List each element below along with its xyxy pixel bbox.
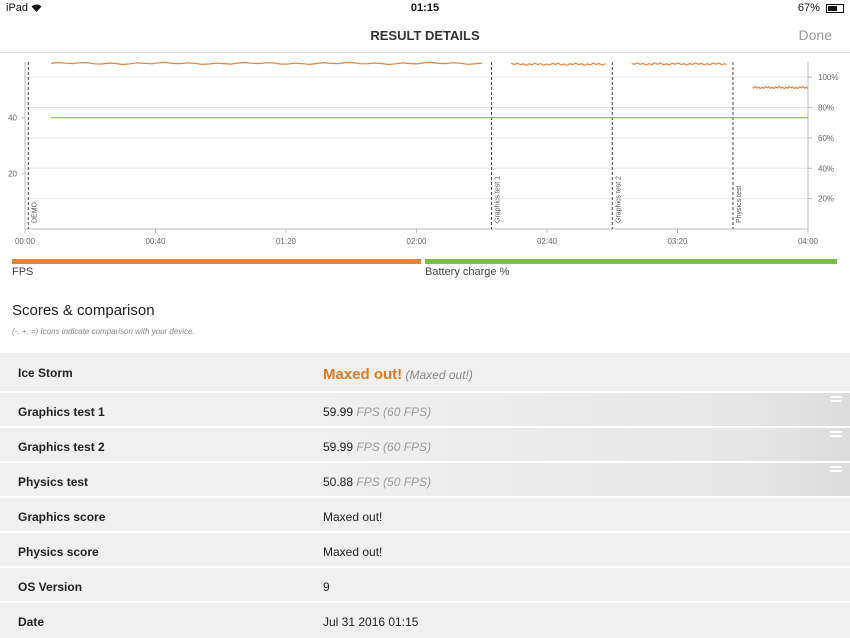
series-line-fps bbox=[631, 62, 727, 66]
done-button[interactable]: Done bbox=[799, 27, 832, 43]
row-label: Physics test bbox=[18, 475, 89, 489]
row-label: Graphics test 1 bbox=[18, 405, 105, 419]
scores-section-subtitle: (-, +, =) Icons indicate comparison with… bbox=[12, 327, 195, 336]
row-label: Graphics score bbox=[18, 510, 106, 524]
row-sub: (Maxed out!) bbox=[405, 368, 473, 382]
y-right-tick-label: 60% bbox=[818, 134, 834, 143]
fps-legend-label: FPS bbox=[12, 266, 34, 278]
y-left-tick-label: 40 bbox=[8, 114, 17, 123]
table-row-physics-score[interactable]: Physics score Maxed out! bbox=[0, 533, 850, 568]
table-row-graphics-test-1[interactable]: Graphics test 1 59.99 FPS (60 FPS) bbox=[0, 393, 850, 428]
status-bar: iPad 01:15 67% bbox=[0, 0, 850, 18]
row-value: 9 bbox=[323, 580, 330, 594]
row-value: Maxed out! bbox=[323, 366, 403, 383]
series-line-fps bbox=[51, 61, 482, 66]
battery-legend-label: Battery charge % bbox=[425, 266, 510, 278]
x-tick-label: 04:00 bbox=[798, 237, 819, 246]
table-row-ice-storm[interactable]: Ice Storm Maxed out! (Maxed out!) bbox=[0, 353, 850, 393]
x-tick-label: 02:40 bbox=[537, 237, 558, 246]
row-label: Graphics test 2 bbox=[18, 440, 105, 454]
battery-legend-bar bbox=[425, 259, 837, 264]
fps-legend-bar bbox=[12, 259, 421, 264]
x-tick-label: 00:00 bbox=[15, 237, 36, 246]
series-line-fps bbox=[511, 62, 606, 66]
row-label: Physics score bbox=[18, 545, 99, 559]
nav-bar: RESULT DETAILS Done bbox=[0, 18, 850, 53]
y-right-tick-label: 40% bbox=[818, 164, 834, 173]
row-label: Ice Storm bbox=[18, 366, 73, 380]
chart-svg: 00:00 00:40 01:20 02:00 02:40 03:20 04:00 20 40 2… bbox=[8, 61, 838, 246]
test-marker-label: Physics test bbox=[736, 186, 743, 223]
row-value: 59.99 bbox=[323, 405, 354, 419]
row-value: Maxed out! bbox=[323, 545, 383, 559]
page-title: RESULT DETAILS bbox=[370, 28, 480, 43]
test-marker-label: DEMO bbox=[31, 201, 38, 223]
row-label: OS Version bbox=[18, 580, 83, 594]
y-right-tick-label: 100% bbox=[818, 73, 838, 82]
table-row-graphics-score[interactable]: Graphics score Maxed out! bbox=[0, 498, 850, 533]
equal-icon bbox=[830, 466, 842, 474]
table-row-os-version[interactable]: OS Version 9 bbox=[0, 568, 850, 603]
row-value: 59.99 bbox=[323, 440, 354, 454]
table-row-physics-test[interactable]: Physics test 50.88 FPS (50 FPS) bbox=[0, 463, 850, 498]
row-sub: FPS (60 FPS) bbox=[356, 440, 432, 454]
row-value: Jul 31 2016 01:15 bbox=[323, 615, 419, 629]
x-tick-label: 02:00 bbox=[406, 237, 427, 246]
row-value: 50.88 bbox=[323, 475, 354, 489]
row-sub: FPS (60 FPS) bbox=[356, 405, 432, 419]
y-right-tick-label: 20% bbox=[818, 195, 834, 204]
row-label: Date bbox=[18, 615, 45, 629]
y-right-tick-label: 80% bbox=[818, 104, 834, 113]
scores-section-title: Scores & comparison bbox=[12, 302, 155, 319]
table-row-date[interactable]: Date Jul 31 2016 01:15 bbox=[0, 603, 850, 638]
y-left-tick-label: 20 bbox=[8, 169, 17, 178]
row-sub: FPS (50 FPS) bbox=[356, 475, 432, 489]
x-tick-label: 03:20 bbox=[667, 237, 688, 246]
battery-icon bbox=[826, 3, 844, 13]
equal-icon bbox=[830, 396, 842, 404]
x-tick-label: 00:40 bbox=[145, 237, 166, 246]
performance-chart: 00:00 00:40 01:20 02:00 02:40 03:20 04:00 20 40 2… bbox=[0, 52, 850, 252]
test-marker-label: Graphics test 2 bbox=[615, 176, 622, 223]
table-row-graphics-test-2[interactable]: Graphics test 2 59.99 FPS (60 FPS) bbox=[0, 428, 850, 463]
battery-percent: 67% bbox=[797, 2, 820, 14]
series-line-fps bbox=[752, 85, 809, 90]
test-marker-label: Graphics test 1 bbox=[495, 176, 502, 223]
equal-icon bbox=[830, 431, 842, 439]
x-tick-label: 01:20 bbox=[276, 237, 297, 246]
row-value: Maxed out! bbox=[323, 510, 383, 524]
status-time: 01:15 bbox=[410, 2, 440, 14]
